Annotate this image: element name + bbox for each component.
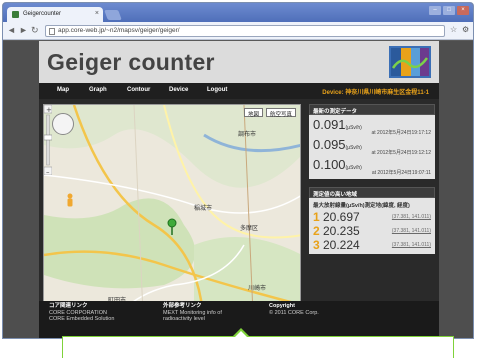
ranking-location-link[interactable]: (37.381, 141.011) <box>392 228 431 234</box>
ranking-value: 20.224 <box>323 238 360 252</box>
browser-window: Geigercounter × – □ × ◄ ► ↻ app.core-web… <box>2 2 474 339</box>
core-logo-icon <box>389 46 431 78</box>
ranking-location-link[interactable]: (37.381, 141.011) <box>392 214 431 220</box>
reading-time: at 2012年5月24日19:12:12 <box>371 150 432 156</box>
main-menu: Map Graph Contour Device Logout Device: … <box>39 83 439 99</box>
tab-close-icon[interactable]: × <box>95 10 99 17</box>
reading-value: 0.095 <box>313 137 346 152</box>
footer-core-links: コア関連リンク CORE CORPORATION CORE Embedded S… <box>49 303 114 323</box>
map-label-chofu: 調布市 <box>238 132 257 138</box>
map-label-kawasaki: 川崎市 <box>248 286 267 292</box>
ranking-number: 3 <box>313 238 320 252</box>
ranking-col-value: 最大放射線量(μSv/h) <box>313 203 365 209</box>
window-controls: – □ × <box>429 6 469 15</box>
callout-pointer-inner <box>234 331 248 338</box>
reading-value: 0.091 <box>313 117 346 132</box>
ranking-row: 3 20.224 (37.381, 141.011) <box>313 238 431 252</box>
high-areas-panel: 最大放射線量(μSv/h)測定地(緯度, 経度) 1 20.697 (37.38… <box>309 198 435 254</box>
minimize-icon[interactable]: – <box>429 6 441 15</box>
panel-spacer <box>309 179 435 187</box>
bookmark-star-icon[interactable]: ☆ <box>450 25 457 34</box>
page-icon <box>49 28 55 35</box>
ranking-value: 20.697 <box>323 210 360 224</box>
ranking-row: 1 20.697 (37.381, 141.011) <box>313 210 431 224</box>
tab-bar: Geigercounter × – □ × <box>3 3 473 22</box>
callout-box <box>62 336 454 358</box>
reading-unit: (μSv/h) <box>345 125 362 131</box>
reading-unit: (μSv/h) <box>345 145 362 151</box>
ranking-number: 2 <box>313 224 320 238</box>
maximize-icon[interactable]: □ <box>443 6 455 15</box>
back-icon[interactable]: ◄ <box>7 25 16 35</box>
page-viewport: Geiger counter Map Graph Contour Device … <box>3 41 473 338</box>
latest-reading: 0.095(μSv/h) at 2012年5月24日19:12:12 <box>313 137 431 157</box>
close-window-icon[interactable]: × <box>457 6 469 15</box>
footer-copyright: Copyright © 2011 CORE Corp. <box>269 303 319 316</box>
wrench-icon[interactable]: ⚙ <box>462 25 469 34</box>
reading-time: at 2012年5月24日19:07:11 <box>371 170 431 176</box>
menu-item-map[interactable]: Map <box>57 87 69 93</box>
map-type-map-button[interactable]: 地図 <box>244 108 264 118</box>
menu-item-logout[interactable]: Logout <box>207 87 227 93</box>
latest-data-panel: 0.091(μSv/h) at 2012年5月24日19:17:12 0.095… <box>309 115 435 179</box>
site-header: Geiger counter <box>39 41 439 83</box>
site-title: Geiger counter <box>47 49 215 75</box>
footer-link[interactable]: CORE Embedded Solution <box>49 316 114 323</box>
new-tab-button[interactable] <box>104 10 122 20</box>
footer-external-links: 外部参考リンク MEXT Monitoring info of radioact… <box>163 303 222 323</box>
favicon-icon <box>12 11 19 18</box>
device-label: Device: 神奈川県川崎市麻生区金程11-1 <box>322 90 429 96</box>
sidebar: 最新の測定データ 0.091(μSv/h) at 2012年5月24日19:17… <box>309 104 435 254</box>
map-pan-control[interactable] <box>52 113 74 135</box>
ranking-location-link[interactable]: (37.381, 141.011) <box>392 242 431 248</box>
ranking-column-headers: 最大放射線量(μSv/h)測定地(緯度, 経度) <box>313 201 431 210</box>
menu-item-contour[interactable]: Contour <box>127 87 150 93</box>
svg-text:+: + <box>46 106 52 114</box>
ranking-number: 1 <box>313 210 320 224</box>
ranking-col-location: 測定地(緯度, 経度) <box>364 203 410 209</box>
site-container: Geiger counter Map Graph Contour Device … <box>39 41 439 338</box>
latest-reading: 0.091(μSv/h) at 2012年5月24日19:17:12 <box>313 117 431 137</box>
browser-tab[interactable]: Geigercounter × <box>7 7 103 22</box>
map-label-inagi: 稲城市 <box>194 206 213 212</box>
reload-icon[interactable]: ↻ <box>31 25 39 36</box>
high-areas-header: 測定値の高い地域 <box>309 187 435 198</box>
menu-item-graph[interactable]: Graph <box>89 87 107 93</box>
map-zoom-slider[interactable]: + – <box>44 105 52 175</box>
browser-toolbar: ◄ ► ↻ app.core-web.jp/~n2/mapsv/geiger/g… <box>3 22 473 40</box>
tab-title: Geigercounter <box>23 11 62 17</box>
latest-reading: 0.100(μSv/h) at 2012年5月24日19:07:11 <box>313 157 431 177</box>
url-text: app.core-web.jp/~n2/mapsv/geiger/geiger/ <box>58 27 180 34</box>
footer-link[interactable]: radioactivity level <box>163 316 222 323</box>
copyright-text: © 2011 CORE Corp. <box>269 309 319 316</box>
ranking-value: 20.235 <box>323 224 360 238</box>
forward-icon[interactable]: ► <box>19 25 28 35</box>
ranking-row: 2 20.235 (37.381, 141.011) <box>313 224 431 238</box>
reading-value: 0.100 <box>313 157 346 172</box>
map-type-satellite-button[interactable]: 航空写真 <box>266 108 297 118</box>
latest-data-header: 最新の測定データ <box>309 104 435 115</box>
menu-item-device[interactable]: Device <box>169 87 188 93</box>
address-bar[interactable]: app.core-web.jp/~n2/mapsv/geiger/geiger/ <box>45 25 445 37</box>
street-view-pegman-icon[interactable] <box>66 193 74 207</box>
reading-unit: (μSv/h) <box>345 165 362 171</box>
svg-text:–: – <box>46 168 50 175</box>
reading-time: at 2012年5月24日19:17:12 <box>371 130 432 136</box>
map-label-tama: 多摩区 <box>240 226 259 232</box>
